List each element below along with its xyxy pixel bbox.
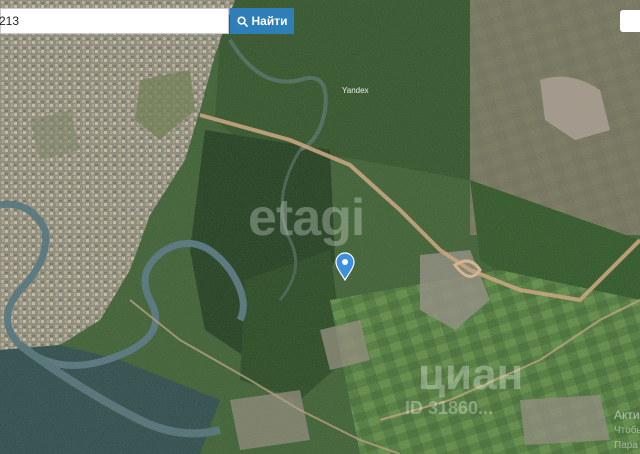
search-button-label: Найти	[251, 14, 288, 28]
map-control[interactable]	[620, 10, 640, 32]
activation-notice-line: Пара	[614, 440, 638, 451]
activation-notice-line: Чтобы	[614, 425, 640, 436]
search-icon	[236, 15, 248, 27]
activation-notice-title: Акти	[614, 408, 640, 422]
search-box	[0, 8, 229, 34]
search-input[interactable]	[0, 9, 226, 33]
map-attribution: Yandex	[342, 86, 369, 95]
cian-watermark: циан	[418, 350, 524, 399]
search-button[interactable]: Найти	[230, 8, 294, 34]
etagi-watermark: etagi	[248, 189, 365, 247]
cian-id-watermark: ID 31860...	[405, 398, 494, 418]
